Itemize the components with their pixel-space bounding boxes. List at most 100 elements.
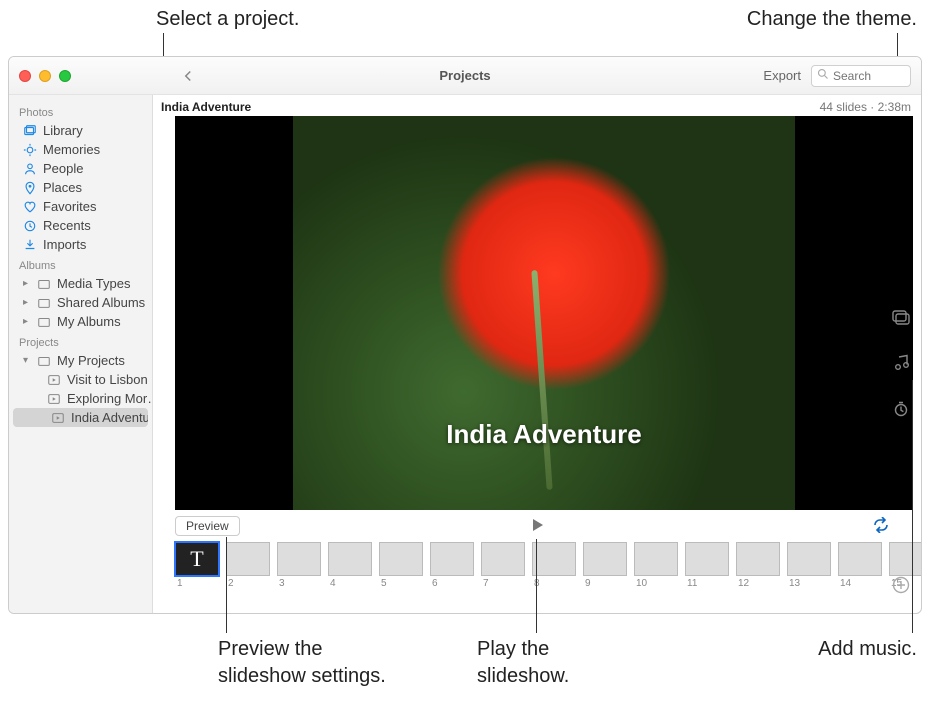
search-icon — [817, 68, 829, 83]
titlebar: Projects Export — [9, 57, 921, 95]
folder-icon — [37, 315, 51, 329]
sidebar-item-memories[interactable]: Memories — [9, 140, 152, 159]
sidebar-item-label: Memories — [43, 142, 100, 157]
timer-icon — [892, 400, 910, 418]
sidebar-project-exploring[interactable]: Exploring Mor… — [9, 389, 152, 408]
minimize-window-button[interactable] — [39, 70, 51, 82]
window-controls — [19, 70, 71, 82]
plus-circle-icon — [891, 575, 911, 595]
sidebar-item-label: Exploring Mor… — [67, 391, 152, 406]
loop-button[interactable] — [871, 517, 891, 536]
sparkle-icon — [23, 143, 37, 157]
slide-image — [293, 116, 795, 510]
sidebar-item-my-albums[interactable]: ▸ My Albums — [9, 312, 152, 331]
sidebar-item-places[interactable]: Places — [9, 178, 152, 197]
app-window: Projects Export Photos Library Memories … — [8, 56, 922, 614]
main-area: India Adventure 44 slides · 2:38m India … — [153, 95, 921, 613]
sidebar-item-library[interactable]: Library — [9, 121, 152, 140]
annotation-change-theme: Change the theme. — [747, 6, 917, 33]
back-button[interactable] — [177, 66, 199, 86]
slide-thumb[interactable]: 7 — [481, 542, 525, 589]
thumb-number: 9 — [583, 578, 591, 589]
chevron-down-icon: ▾ — [23, 355, 31, 366]
search-input[interactable] — [833, 69, 903, 83]
project-name: India Adventure — [161, 100, 251, 114]
maximize-window-button[interactable] — [59, 70, 71, 82]
person-icon — [23, 162, 37, 176]
sidebar-item-shared-albums[interactable]: ▸ Shared Albums — [9, 293, 152, 312]
play-button[interactable] — [528, 516, 546, 537]
search-field[interactable] — [811, 65, 911, 87]
sidebar-item-my-projects[interactable]: ▾ My Projects — [9, 351, 152, 370]
theme-icon — [891, 307, 911, 327]
sidebar-item-label: India Adventure — [71, 410, 148, 425]
export-button[interactable]: Export — [763, 68, 801, 83]
slide-thumb[interactable]: 5 — [379, 542, 423, 589]
project-meta: 44 slides · 2:38m — [820, 100, 911, 114]
title-slide-thumb[interactable]: T1 — [175, 542, 219, 589]
clock-icon — [23, 219, 37, 233]
chevron-right-icon: ▸ — [23, 297, 31, 308]
slide-thumb[interactable]: 11 — [685, 542, 729, 589]
slide-thumb[interactable]: 14 — [838, 542, 882, 589]
sidebar-item-recents[interactable]: Recents — [9, 216, 152, 235]
slideshow-icon — [47, 392, 61, 406]
sidebar-item-label: Library — [43, 123, 83, 138]
sidebar-section-photos: Photos — [9, 105, 152, 121]
theme-button[interactable] — [889, 305, 913, 329]
slide-thumb[interactable]: 9 — [583, 542, 627, 589]
sidebar-item-people[interactable]: People — [9, 159, 152, 178]
download-icon — [23, 238, 37, 252]
text-glyph-icon: T — [175, 542, 219, 576]
slide-thumb[interactable]: 3 — [277, 542, 321, 589]
slide-caption: India Adventure — [175, 419, 913, 450]
folder-icon — [37, 296, 51, 310]
sidebar-item-favorites[interactable]: Favorites — [9, 197, 152, 216]
slide-thumb[interactable]: 4 — [328, 542, 372, 589]
slideshow-preview[interactable]: India Adventure — [175, 116, 913, 510]
folder-icon — [37, 354, 51, 368]
slideshow-icon — [51, 411, 65, 425]
sidebar-item-imports[interactable]: Imports — [9, 235, 152, 254]
sidebar-item-label: My Projects — [57, 353, 125, 368]
thumb-number: 14 — [838, 578, 851, 589]
sidebar-item-label: Recents — [43, 218, 91, 233]
slide-thumb[interactable]: 10 — [634, 542, 678, 589]
add-photo-button[interactable] — [889, 573, 913, 597]
slide-thumb[interactable]: 2 — [226, 542, 270, 589]
preview-button[interactable]: Preview — [175, 516, 240, 536]
sidebar-project-lisbon[interactable]: Visit to Lisbon — [9, 370, 152, 389]
slide-thumb[interactable]: 6 — [430, 542, 474, 589]
slide-thumb[interactable]: 13 — [787, 542, 831, 589]
close-window-button[interactable] — [19, 70, 31, 82]
sidebar-item-label: Places — [43, 180, 82, 195]
sidebar-item-label: My Albums — [57, 314, 121, 329]
annotation-select-project: Select a project. — [156, 6, 299, 33]
sidebar-item-media-types[interactable]: ▸ Media Types — [9, 274, 152, 293]
sidebar-item-label: People — [43, 161, 83, 176]
thumbnail-strip[interactable]: T1 2 3 4 5 6 7 8 9 10 11 12 13 14 15 — [153, 536, 921, 593]
slide-thumb[interactable]: 12 — [736, 542, 780, 589]
sidebar-item-label: Favorites — [43, 199, 96, 214]
loop-icon — [871, 517, 891, 533]
pin-icon — [23, 181, 37, 195]
sidebar-section-projects: Projects — [9, 335, 152, 351]
slideshow-icon — [47, 373, 61, 387]
duration-button[interactable] — [889, 397, 913, 421]
heart-icon — [23, 200, 37, 214]
music-note-icon — [892, 354, 910, 372]
thumb-number: 2 — [226, 578, 234, 589]
thumb-number: 1 — [175, 578, 183, 589]
sidebar-item-label: Shared Albums — [57, 295, 145, 310]
slide-thumb[interactable]: 8 — [532, 542, 576, 589]
photo-stack-icon — [23, 124, 37, 138]
thumb-number: 13 — [787, 578, 800, 589]
thumb-number: 6 — [430, 578, 438, 589]
annotation-preview-settings: Preview the slideshow settings. — [218, 636, 386, 690]
thumb-number: 4 — [328, 578, 336, 589]
sidebar-project-india[interactable]: India Adventure — [13, 408, 148, 427]
music-button[interactable] — [889, 351, 913, 375]
thumb-number: 7 — [481, 578, 489, 589]
sidebar-item-label: Imports — [43, 237, 86, 252]
thumb-number: 3 — [277, 578, 285, 589]
